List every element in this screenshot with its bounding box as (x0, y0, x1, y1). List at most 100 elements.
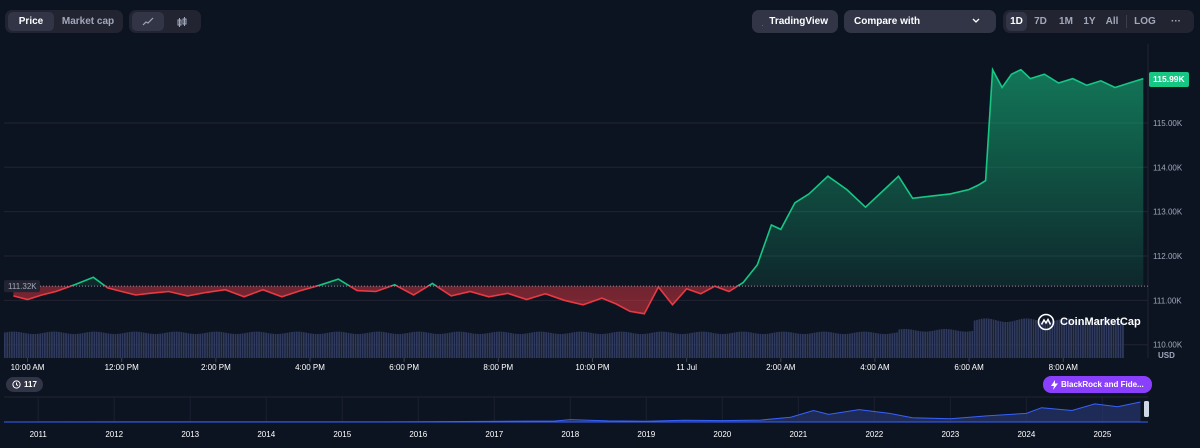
coinmarketcap-logo-icon (1037, 313, 1055, 331)
compare-with-select[interactable]: Compare with (844, 10, 996, 33)
volume-bar (1013, 320, 1016, 358)
volume-bar (265, 332, 267, 358)
volume-bar (823, 331, 825, 358)
tab-price[interactable]: Price (8, 12, 54, 31)
range-1d-button[interactable]: 1D (1006, 12, 1027, 31)
x-tick-label: 6:00 AM (954, 363, 984, 372)
volume-bar (401, 333, 404, 358)
log-scale-button[interactable]: LOG (1131, 12, 1159, 31)
volume-bar (76, 333, 79, 358)
volume-bar (999, 321, 1002, 358)
volume-bar (632, 333, 635, 358)
volume-bar (175, 331, 178, 358)
volume-bar (481, 333, 484, 358)
volume-bar (790, 332, 792, 358)
volume-bar (985, 318, 988, 358)
volume-bar (425, 332, 428, 358)
watermark-text: CoinMarketCap (1060, 316, 1141, 328)
volume-bar (364, 333, 366, 358)
volume-bar (11, 331, 13, 358)
volume-bar (55, 331, 58, 358)
volume-bar (493, 331, 496, 358)
area-above-reference (70, 69, 1144, 287)
volume-bar (194, 333, 197, 358)
volume-bar (361, 333, 364, 358)
volume-bar (783, 331, 785, 358)
more-options-button[interactable]: ··· (1163, 12, 1189, 31)
volume-bar (121, 333, 124, 358)
navigator-year-label: 2014 (257, 430, 275, 439)
volume-bar (684, 333, 686, 358)
volume-bar (571, 332, 573, 358)
volume-bar (1025, 318, 1028, 358)
volume-bar (634, 333, 637, 358)
y-tick-label: 112.00K (1153, 252, 1183, 261)
price-chart[interactable]: 110.00K 111.00K 112.00K 113.00K 114.00K 115.0… (0, 44, 1200, 448)
volume-bar (98, 331, 100, 358)
volume-bar (705, 331, 708, 358)
volume-bar (25, 333, 27, 358)
range-1y-button[interactable]: 1Y (1079, 12, 1100, 31)
volume-bar (825, 331, 828, 358)
volume-bar (679, 333, 682, 358)
volume-bar (204, 332, 206, 358)
events-badge[interactable]: 117 (6, 377, 43, 392)
volume-bar (874, 333, 877, 358)
volume-bar (893, 332, 896, 358)
volume-bar (69, 333, 72, 358)
volume-bar (980, 318, 983, 358)
volume-bar (1011, 321, 1014, 358)
volume-bar (578, 331, 581, 358)
volume-bar (818, 331, 821, 358)
volume-bar (180, 332, 183, 358)
volume-bar (211, 331, 213, 358)
navigator-year-label: 2024 (1017, 430, 1035, 439)
tab-market-cap[interactable]: Market cap (57, 12, 119, 31)
volume-bar (79, 333, 82, 358)
volume-bar (667, 332, 670, 358)
volume-bar (135, 331, 138, 358)
volume-bar (18, 332, 20, 358)
line-chart-button[interactable] (132, 12, 164, 31)
volume-bar (903, 328, 905, 358)
y-tick-label: 110.00K (1153, 341, 1183, 350)
volume-bar (839, 333, 842, 358)
volume-bar (312, 333, 315, 358)
x-tick-label: 12:00 PM (105, 363, 140, 372)
volume-bar (820, 331, 823, 358)
range-7d-button[interactable]: 7D (1029, 12, 1052, 31)
volume-bar (947, 329, 950, 358)
volume-bar (613, 332, 616, 358)
navigator[interactable]: 2011 2012 2013 2014 2015 2016 2017 2018 2019 2020… (4, 396, 1149, 439)
volume-bar (422, 331, 425, 358)
volume-bar (686, 333, 689, 358)
range-all-button[interactable]: All (1102, 12, 1122, 31)
volume-bar (754, 333, 757, 358)
candlestick-button[interactable] (166, 12, 198, 31)
volume-bar (434, 333, 437, 358)
volume-bar (154, 333, 157, 358)
range-1m-button[interactable]: 1M (1054, 12, 1078, 31)
volume-bar (943, 328, 945, 358)
volume-bar (957, 330, 960, 358)
volume-bar (959, 331, 962, 358)
volume-bar (557, 333, 559, 358)
volume-bar (919, 331, 922, 358)
volume-bar (1016, 320, 1018, 358)
volume-bar (604, 333, 606, 358)
volume-bar (500, 331, 503, 358)
volume-bar (531, 332, 533, 358)
volume-bar (437, 333, 439, 358)
volume-bar (924, 331, 927, 358)
volume-bar (392, 333, 395, 358)
volume-bar (931, 330, 934, 358)
tradingview-button[interactable]: TradingView (752, 10, 838, 33)
time-range-selector: 1D 7D 1M 1Y All LOG ··· (1003, 10, 1194, 33)
volume-bar (794, 333, 797, 358)
volume-bar (213, 331, 216, 358)
volume-bar (771, 332, 774, 358)
volume-bar (714, 333, 717, 358)
volume-bar (514, 333, 517, 358)
news-event-badge[interactable]: BlackRock and Fide... (1043, 376, 1152, 393)
volume-bar (801, 333, 804, 358)
